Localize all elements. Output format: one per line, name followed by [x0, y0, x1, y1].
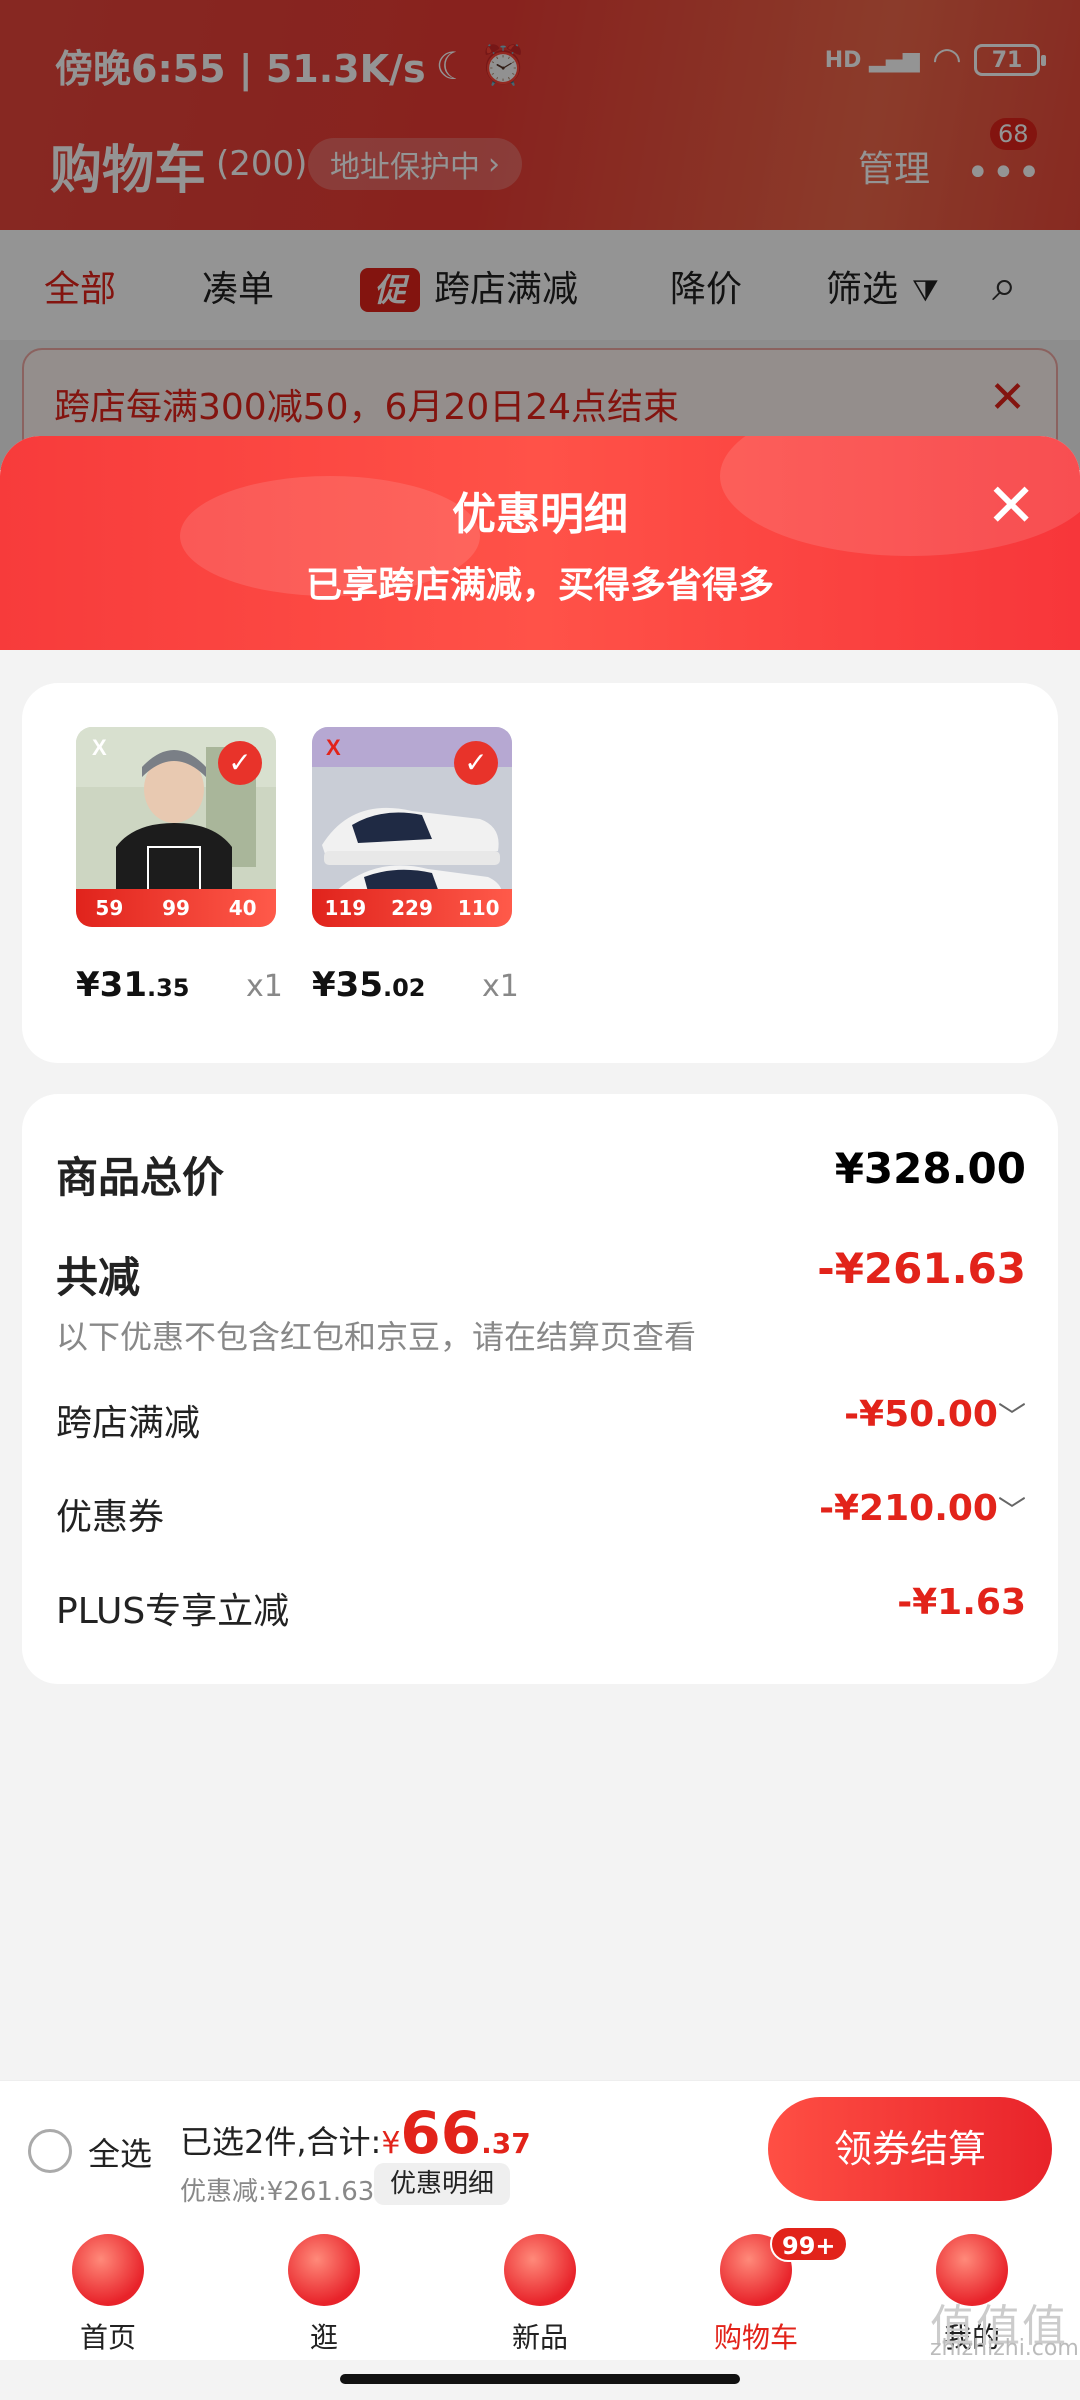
- sheet-subtitle: 已享跨店满减，买得多省得多: [305, 565, 774, 606]
- product-price: ¥31.35: [76, 965, 190, 1005]
- price-main: ¥31: [76, 965, 147, 1005]
- product-image[interactable]: X ✓ 59 99 40: [76, 727, 276, 927]
- total-reduce-label: 共减: [56, 1253, 141, 1302]
- chevron-down-icon: ﹀: [997, 1400, 1026, 1433]
- svg-text:X: X: [326, 735, 341, 760]
- cart-badge: 99+: [770, 2226, 848, 2262]
- tab-cart[interactable]: 99+ 购物车: [686, 2226, 848, 2356]
- total-price-label: 商品总价: [56, 1153, 225, 1202]
- app-root: { "status_bar": { "time": "傍晚6:55 | 51.3…: [0, 0, 1080, 2400]
- sheet-title: 优惠明细: [452, 489, 628, 540]
- tab-label: 首页: [79, 2321, 136, 2354]
- check-icon: ✓: [454, 741, 498, 785]
- discount-row-value: -¥50.00﹀: [844, 1394, 1026, 1435]
- strip-value: 110: [457, 896, 500, 920]
- watermark-text: zhizhizhi.com: [930, 2336, 1079, 2361]
- price-summary-card: 商品总价 ¥328.00 共减 -¥261.63 以下优惠不包含红包和京豆，请在…: [22, 1094, 1058, 1684]
- product-image[interactable]: X ✓ 119 229 110: [312, 727, 512, 927]
- tab-browse[interactable]: 逛: [254, 2234, 394, 2356]
- svg-text:X: X: [92, 735, 107, 760]
- modal-backdrop[interactable]: [0, 0, 1080, 470]
- product-item[interactable]: X ✓ 119 229 110 ¥35.02 x1: [312, 727, 519, 1005]
- discount-detail-button[interactable]: 优惠明细: [374, 2163, 511, 2205]
- price-strip: 119 229 110: [312, 889, 512, 927]
- home-indicator[interactable]: [340, 2374, 740, 2384]
- strip-value: 40: [228, 896, 257, 920]
- discount-row-amount: -¥50.00: [844, 1394, 998, 1435]
- discount-note: 以下优惠不包含红包和京豆，请在结算页查看: [56, 1318, 697, 1356]
- tab-label: 新品: [511, 2321, 568, 2354]
- close-icon[interactable]: ✕: [986, 476, 1036, 536]
- total-price-value: ¥328.00: [834, 1144, 1026, 1193]
- amount-integer: 66: [400, 2099, 482, 2167]
- selected-summary: 已选2件,合计:¥66.37: [180, 2099, 531, 2167]
- tab-new[interactable]: 新品: [470, 2234, 610, 2356]
- strip-value: 59: [95, 896, 124, 920]
- price-decimal: .02: [382, 974, 426, 1002]
- total-reduce-value: -¥261.63: [817, 1244, 1026, 1293]
- sheet-header: 优惠明细 已享跨店满减，买得多省得多 ✕: [0, 436, 1080, 650]
- strip-value: 229: [391, 896, 433, 920]
- chevron-down-icon: ﹀: [997, 1494, 1026, 1527]
- browse-icon: [288, 2234, 360, 2306]
- currency-symbol: ¥: [381, 2126, 401, 2161]
- discount-row-amount: -¥1.63: [897, 1582, 1026, 1623]
- discount-detail-sheet: 优惠明细 已享跨店满减，买得多省得多 ✕ X ✓ 59 99 40 ¥31.35…: [0, 436, 1080, 2080]
- strip-value: 99: [162, 896, 190, 920]
- tab-label: 逛: [309, 2321, 338, 2354]
- discount-row-label: 优惠券: [56, 1497, 165, 1538]
- select-all-label[interactable]: 全选: [88, 2129, 152, 2175]
- home-icon: [72, 2234, 144, 2306]
- product-qty: x1: [482, 969, 519, 1004]
- tab-label: 购物车: [713, 2321, 798, 2354]
- check-icon: ✓: [218, 741, 262, 785]
- product-qty: x1: [246, 969, 283, 1004]
- price-main: ¥35: [312, 965, 383, 1005]
- bottom-tab-bar: 首页 逛 新品 99+ 购物车 我的: [0, 2220, 1080, 2360]
- discount-amount: 优惠减:¥261.63: [180, 2177, 375, 2207]
- discount-row-amount: -¥210.00: [819, 1488, 998, 1529]
- amount-decimal: .37: [481, 2127, 531, 2160]
- discount-row-value: -¥210.00﹀: [819, 1488, 1026, 1529]
- selected-prefix: 已选2件,合计:: [180, 2123, 382, 2161]
- select-all-radio[interactable]: [28, 2129, 72, 2173]
- strip-value: 119: [324, 896, 367, 920]
- tab-home[interactable]: 首页: [38, 2234, 178, 2356]
- price-strip: 59 99 40: [76, 889, 276, 927]
- product-item[interactable]: X ✓ 59 99 40 ¥31.35 x1: [76, 727, 283, 1005]
- product-list-card: X ✓ 59 99 40 ¥31.35 x1 X ✓ 119 229 110 ¥…: [22, 683, 1058, 1063]
- product-price: ¥35.02: [312, 965, 426, 1005]
- checkout-bar: 全选 已选2件,合计:¥66.37 优惠减:¥261.63 优惠明细 领券结算: [0, 2080, 1080, 2220]
- new-products-icon: [504, 2234, 576, 2306]
- discount-row-label: PLUS专享立减: [56, 1591, 290, 1632]
- price-decimal: .35: [146, 974, 190, 1002]
- checkout-button[interactable]: 领券结算: [768, 2097, 1052, 2201]
- discount-row-label: 跨店满减: [56, 1403, 201, 1444]
